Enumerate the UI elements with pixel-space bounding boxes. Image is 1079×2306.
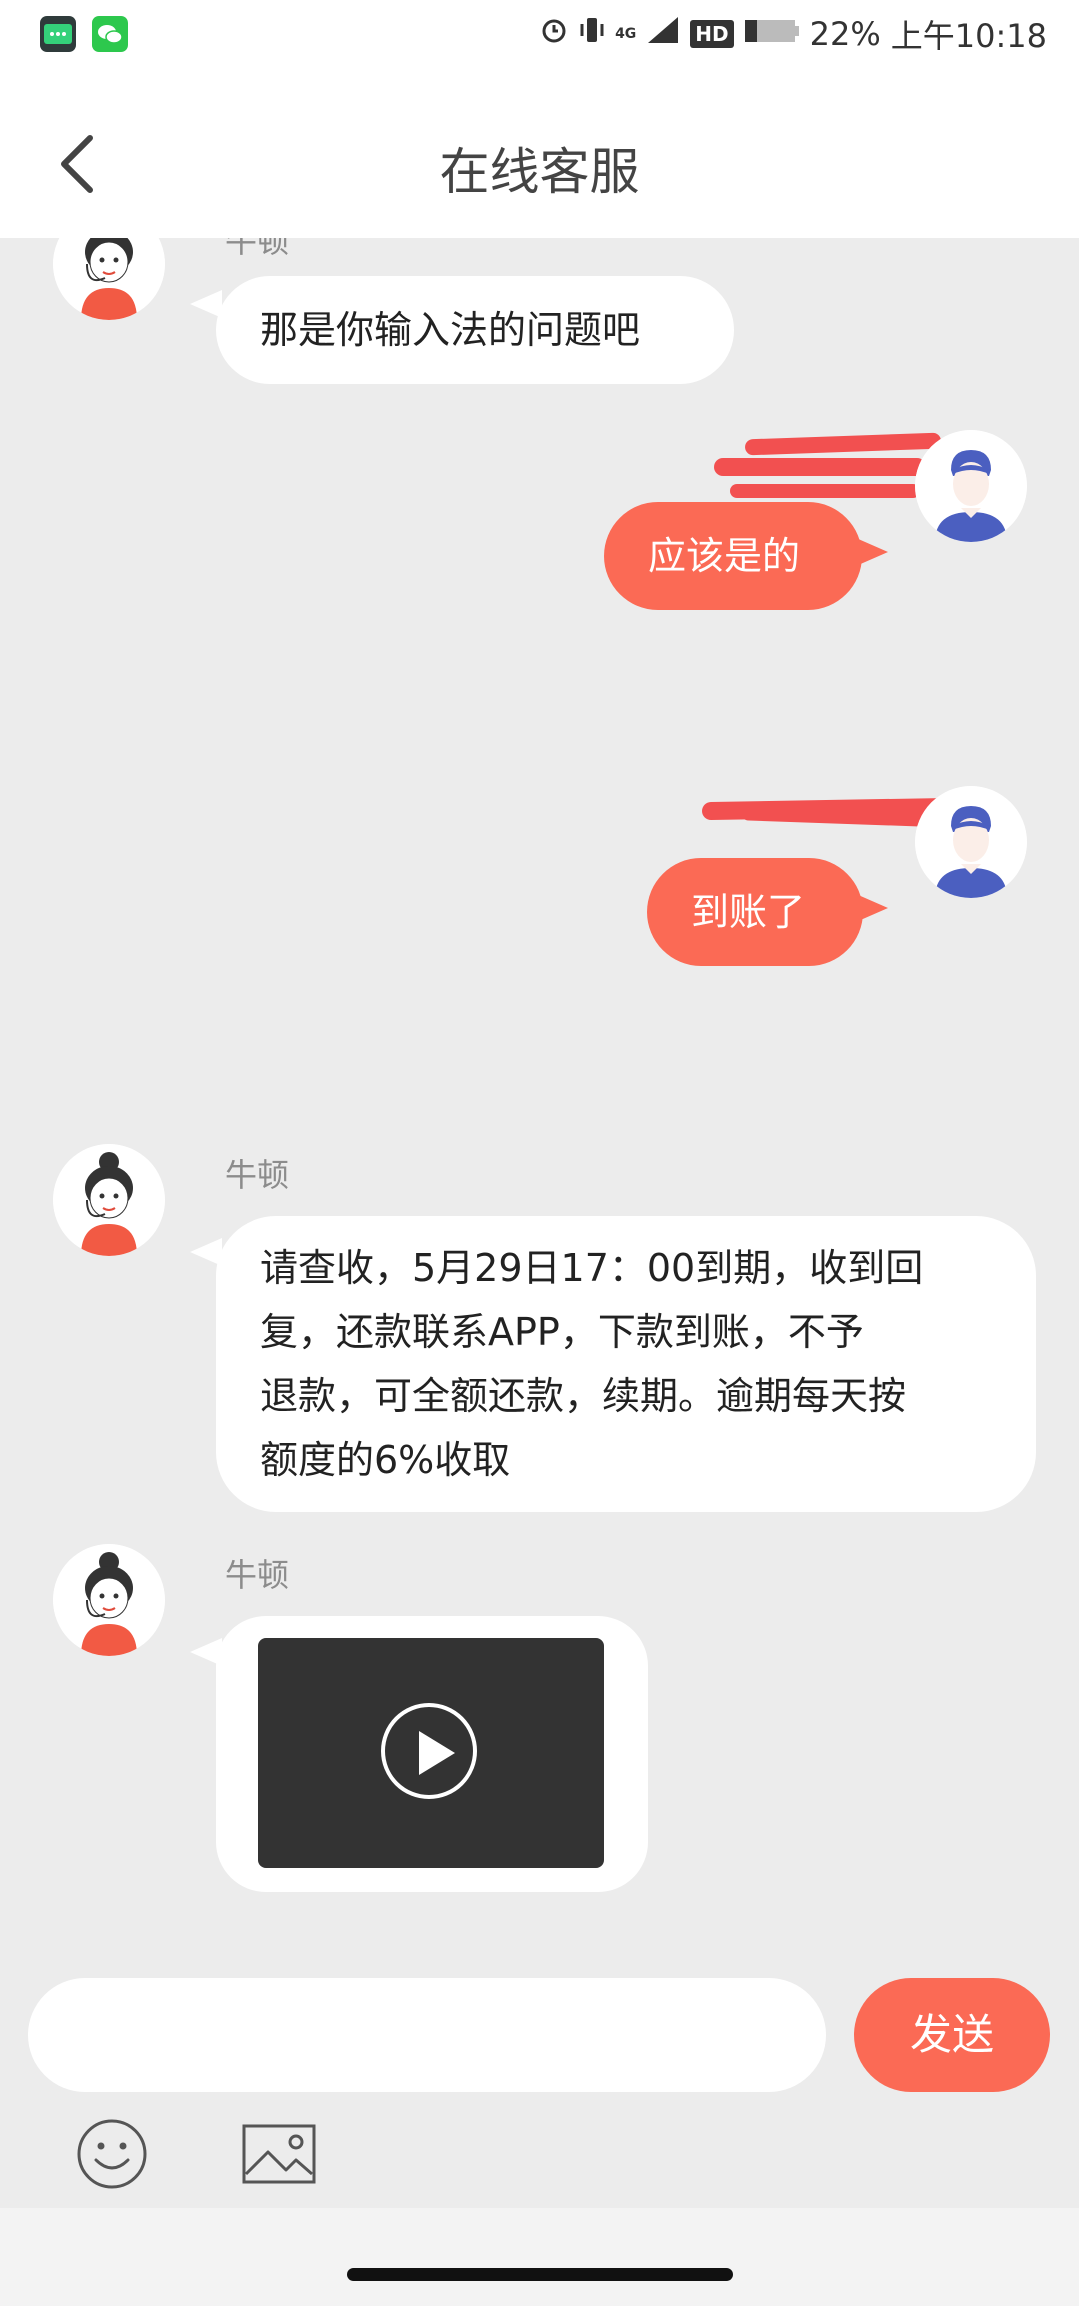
redacted-name — [714, 458, 926, 476]
wechat-icon — [92, 16, 128, 52]
message-line: 退款，可全额还款，续期。逾期每天按 — [260, 1374, 907, 1418]
video-message-bubble — [216, 1616, 648, 1892]
message-text: 到账了 — [691, 890, 806, 934]
message-text: 那是你输入法的问题吧 — [260, 308, 641, 352]
message-line: 额度的6%收取 — [260, 1438, 511, 1482]
page-title: 在线客服 — [439, 143, 640, 201]
chat-area[interactable]: 牛顿 那是你输入法的问题吧 应该是的 到账了 牛顿 请查收，5月29日17：00… — [0, 238, 1079, 1938]
message-line: 复，还款联系APP，下款到账，不予 — [260, 1310, 864, 1354]
battery-icon — [744, 15, 800, 53]
home-indicator[interactable] — [347, 2268, 733, 2281]
vibrate-icon — [579, 15, 605, 53]
message-bubble: 那是你输入法的问题吧 — [216, 276, 734, 384]
video-thumbnail[interactable] — [258, 1638, 604, 1868]
redacted-name — [730, 484, 920, 498]
send-button[interactable]: 发送 — [854, 1978, 1050, 2092]
sender-name: 牛顿 — [225, 238, 290, 260]
image-icon[interactable] — [242, 2124, 316, 2188]
message-bubble: 到账了 — [647, 858, 863, 966]
user-avatar — [915, 430, 1027, 542]
message-bubble: 请查收，5月29日17：00到期，收到回 复，还款联系APP，下款到账，不予 退… — [216, 1216, 1036, 1512]
status-bar: 4G HD 22% 上午10:18 — [0, 0, 1079, 68]
smiley-icon[interactable] — [76, 2118, 148, 2194]
message-input[interactable] — [28, 1978, 826, 2092]
input-bar: 发送 — [0, 1938, 1079, 2208]
clock: 上午10:18 — [890, 17, 1047, 55]
redacted-name — [744, 432, 942, 456]
message-line: 请查收，5月29日17：00到期，收到回 — [260, 1246, 924, 1290]
play-icon[interactable] — [381, 1703, 477, 1799]
alarm-icon — [539, 15, 569, 53]
message-text: 应该是的 — [648, 534, 801, 578]
agent-avatar — [53, 238, 165, 320]
status-icons: 4G HD 22% 上午10:18 — [539, 12, 1047, 56]
agent-avatar — [53, 1544, 165, 1656]
signal-icon — [646, 15, 680, 53]
agent-avatar — [53, 1144, 165, 1256]
messaging-app-icon — [40, 16, 76, 52]
hd-badge: HD — [690, 20, 734, 48]
sender-name: 牛顿 — [225, 1156, 290, 1194]
header: 在线客服 — [0, 68, 1079, 238]
user-avatar — [915, 786, 1027, 898]
battery-percent: 22% — [809, 15, 881, 53]
message-bubble: 应该是的 — [604, 502, 862, 610]
navigation-bar — [0, 2208, 1079, 2306]
sender-name: 牛顿 — [225, 1556, 290, 1594]
network-label: 4G — [615, 26, 637, 42]
